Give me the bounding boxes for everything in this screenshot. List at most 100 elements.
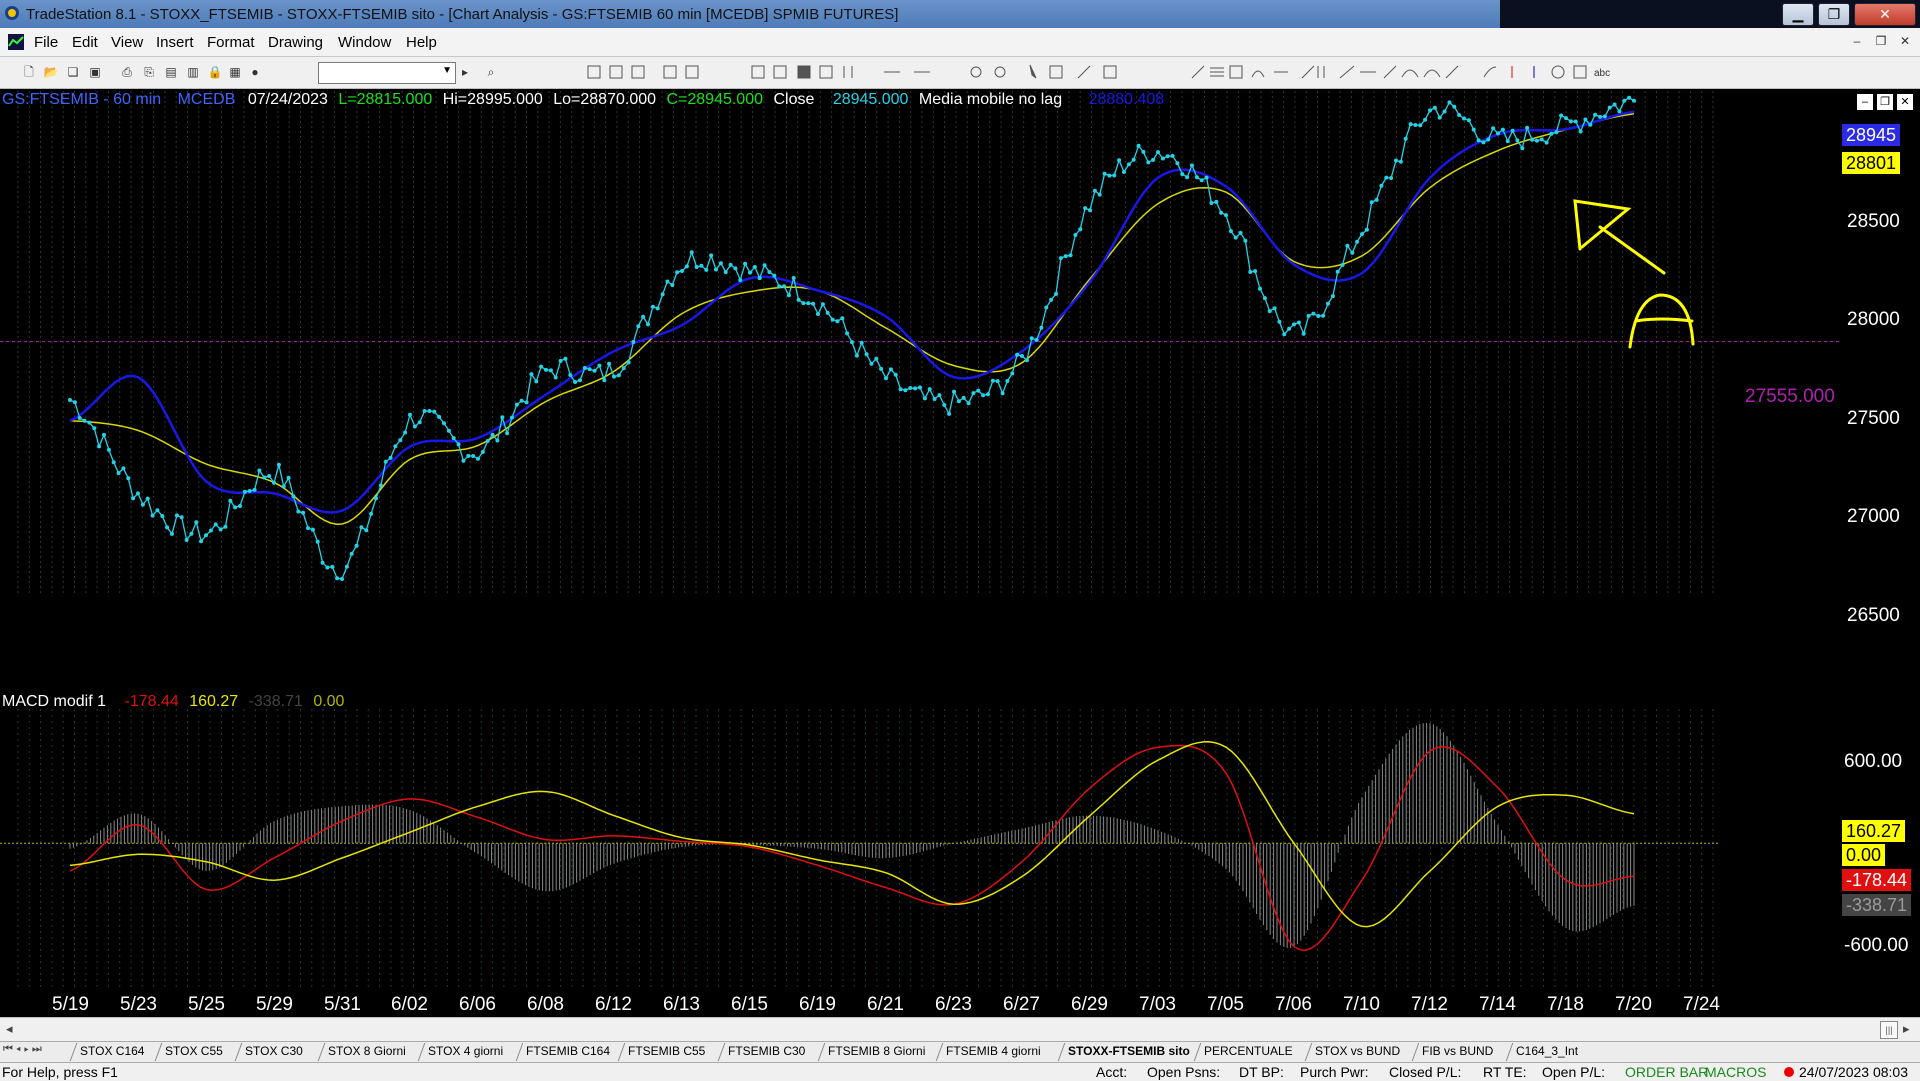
price-point [995,379,1000,384]
legend-close-label: Close [773,91,815,108]
play-icon[interactable]: ▸ [456,63,474,81]
chart-window-icon[interactable] [8,34,24,50]
menu-edit[interactable]: Edit [72,34,98,51]
price-point [1330,294,1335,299]
price-point [1389,176,1394,180]
price-point [286,475,291,480]
status-macros[interactable]: MACROS [1705,1064,1766,1080]
open-icon[interactable]: 📂 [42,63,60,81]
price-point [1243,238,1248,243]
lock-icon[interactable]: 🔒 [206,63,224,81]
pane-minimize-button[interactable]: – [1857,94,1873,110]
price-point [1437,115,1442,120]
tab-nav-icons[interactable]: ⏮◂▸⏭ [3,1043,45,1056]
tab-9[interactable]: FTSEMIB 8 Giorni [828,1044,925,1058]
price-point [1122,170,1126,174]
scroll-thumb[interactable]: ||| [1880,1021,1898,1039]
status-order-bar[interactable]: ORDER BAR [1625,1064,1708,1080]
print-preview-icon[interactable]: ⎘ [140,63,158,81]
price-point [340,577,344,581]
menu-format[interactable]: Format [207,34,255,51]
minimize-button[interactable]: ▁ [1782,3,1814,26]
price-point [1554,130,1559,135]
toolbar-icon-strip[interactable]: abc [584,63,1664,81]
price-point [1272,306,1277,311]
price-point [976,388,981,393]
tab-11[interactable]: STOXX-FTSEMIB sito [1068,1044,1190,1058]
tab-14[interactable]: FIB vs BUND [1422,1044,1493,1058]
scroll-left-icon[interactable]: ◂ [6,1021,13,1037]
price-point [845,331,850,336]
price-point [126,476,131,481]
price-point [301,510,306,515]
mdi-minimize-button[interactable]: – [1848,32,1866,50]
copy-workspace-icon[interactable]: ❏ [64,63,82,81]
price-point [1481,140,1486,145]
tab-12[interactable]: PERCENTUALE [1204,1044,1293,1058]
chart-icon[interactable]: ▤ [162,63,180,81]
bag-icon[interactable]: ▦ [226,63,244,81]
status-bar: For Help, press F1 Acct: Open Psns: DT B… [0,1062,1920,1081]
price-point [136,491,140,496]
price-point [1578,129,1583,134]
price-point [1442,109,1447,114]
tab-7[interactable]: FTSEMIB C55 [628,1044,705,1058]
price-point [1384,175,1389,180]
chevron-down-icon[interactable]: ▼ [442,65,452,76]
menu-insert[interactable]: Insert [156,34,194,51]
price-point [684,264,689,269]
price-point [514,402,519,407]
close-button[interactable]: ✕ [1854,3,1916,26]
price-point [1559,113,1564,118]
save-icon[interactable]: ▣ [86,63,104,81]
horizontal-scrollbar[interactable]: ◂ ||| ▸ [0,1017,1920,1042]
price-point [179,515,184,520]
restore-button[interactable]: ❐ [1818,3,1850,26]
tab-2[interactable]: STOX C55 [165,1044,223,1058]
tab-10[interactable]: FTSEMIB 4 giorni [946,1044,1041,1058]
date-tick-label: 5/19 [52,994,89,1015]
tab-13[interactable]: STOX vs BUND [1315,1044,1400,1058]
price-point [82,418,87,423]
mdi-restore-button[interactable]: ❐ [1872,32,1890,50]
date-tick-label: 6/08 [527,994,564,1015]
price-point [1588,122,1593,127]
macd-hist-box: -338.71 [1842,894,1912,916]
tab-separator [69,1043,78,1061]
price-point [106,447,111,452]
chart-canvas[interactable] [0,89,1920,1017]
price-point [1510,128,1515,133]
price-point [1214,199,1219,204]
price-point [116,471,121,476]
tab-1[interactable]: STOX C164 [80,1044,144,1058]
price-point [1224,213,1228,218]
mdi-close-button[interactable]: ✕ [1896,32,1914,50]
tab-3[interactable]: STOX C30 [245,1044,303,1058]
chart-area[interactable]: GS:FTSEMIB - 60 min MCEDB 07/24/2023 L=2… [0,89,1920,1017]
pane-close-button[interactable]: ✕ [1897,94,1913,110]
menu-help[interactable]: Help [406,34,437,51]
symbol-combo[interactable]: ▼ [318,62,456,84]
tab-8[interactable]: FTSEMIB C30 [728,1044,805,1058]
menu-drawing[interactable]: Drawing [268,34,323,51]
price-point [650,304,655,309]
price-point [1326,301,1330,306]
menu-file[interactable]: File [34,34,58,51]
tab-15[interactable]: C164_3_Int [1516,1044,1578,1058]
status-datetime: 24/07/2023 08:03 [1799,1064,1908,1080]
menu-window[interactable]: Window [338,34,391,51]
window-icon[interactable]: ▥ [184,63,202,81]
tab-5[interactable]: STOX 4 giorni [428,1044,503,1058]
price-point [1525,125,1530,130]
menu-view[interactable]: View [111,34,143,51]
price-point [757,276,762,281]
tab-6[interactable]: FTSEMIB C164 [526,1044,610,1058]
tab-4[interactable]: STOX 8 Giorni [328,1044,406,1058]
price-point [432,409,437,414]
pane-restore-button[interactable]: ❐ [1877,94,1893,110]
search-icon[interactable]: ⌕ [482,63,500,81]
print-icon[interactable]: ⎙ [118,63,136,81]
scroll-right-icon[interactable]: ▸ [1903,1021,1910,1037]
new-icon[interactable]: 🗋 [20,63,38,81]
globe-icon[interactable]: ● [246,63,264,81]
